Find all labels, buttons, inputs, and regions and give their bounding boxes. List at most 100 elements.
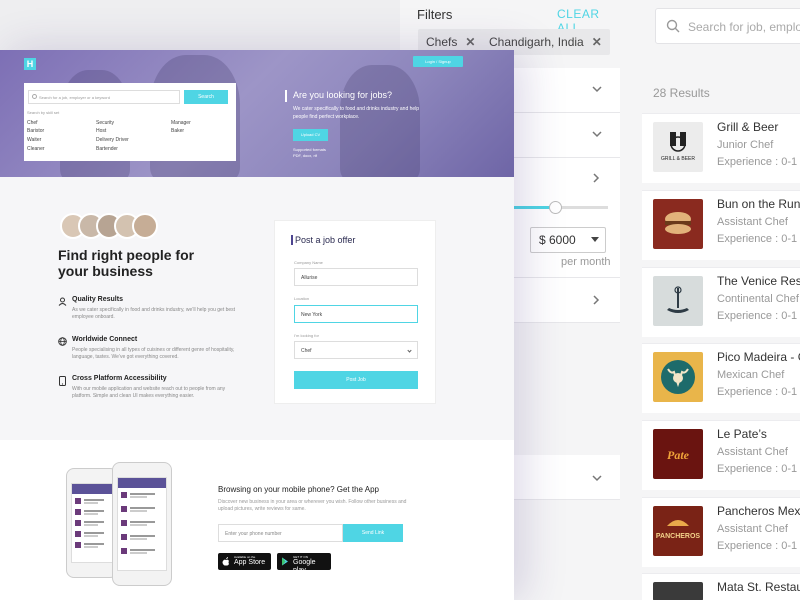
- hero-accent-bar: [285, 90, 287, 102]
- phone-number-input[interactable]: Enter your phone number: [218, 524, 343, 542]
- job-role: Assistant Chef: [717, 523, 788, 535]
- restaurant-name[interactable]: Le Pate’s: [717, 427, 767, 441]
- feature-title: Quality Results: [72, 296, 123, 303]
- result-card[interactable]: Mata St. Restaur: [642, 573, 800, 600]
- remove-chip-icon[interactable]: ✕: [465, 35, 475, 49]
- restaurant-logo: Pate: [653, 429, 703, 479]
- skill-link[interactable]: Security: [96, 120, 114, 126]
- app-store-badge[interactable]: Available on the App Store: [218, 553, 271, 570]
- results-search-input[interactable]: [688, 17, 800, 37]
- feature-desc: As we cater specifically in food and dri…: [72, 307, 236, 320]
- restaurant-name[interactable]: Grill & Beer: [717, 120, 778, 134]
- restaurant-logo: [653, 199, 703, 249]
- get-app-section: Browsing on your mobile phone? Get the A…: [0, 440, 514, 600]
- landing-page: H Login / Signup Search for a job, emplo…: [0, 50, 514, 600]
- avatar: [132, 213, 158, 239]
- restaurant-name[interactable]: Mata St. Restaur: [717, 580, 800, 594]
- app-row: [121, 548, 163, 555]
- app-row: [75, 531, 109, 538]
- chip-label: Chefs: [426, 35, 458, 49]
- hero-title: Are you looking for jobs?: [293, 90, 393, 100]
- salary-value: $ 6000: [539, 233, 576, 247]
- login-signup-button[interactable]: Login / Signup: [413, 56, 463, 67]
- app-description: Discover new business in your area or wh…: [218, 499, 407, 512]
- remove-chip-icon[interactable]: ✕: [592, 35, 602, 49]
- phone-mockup: [66, 468, 118, 578]
- result-card[interactable]: GRILL & BEER Grill & Beer Junior Chef Ex…: [642, 113, 800, 183]
- skill-link[interactable]: Baristor: [27, 128, 44, 134]
- skill-link[interactable]: Host: [96, 128, 106, 134]
- appstore-big-text: App Store: [234, 559, 266, 566]
- salary-select[interactable]: $ 6000: [530, 227, 606, 253]
- brand-logo[interactable]: H: [24, 58, 36, 70]
- skill-link[interactable]: Baker: [171, 128, 184, 134]
- job-role: Mexican Chef: [717, 369, 785, 381]
- job-experience: Experience : 0-1 yea: [717, 310, 800, 322]
- job-experience: Experience : 0-1 yea: [717, 156, 800, 168]
- job-role: Junior Chef: [717, 139, 774, 151]
- app-row: [121, 492, 163, 499]
- post-job-button[interactable]: Post Job: [294, 371, 418, 389]
- job-experience: Experience : 0-1 yea: [717, 233, 800, 245]
- google-play-badge[interactable]: GET IT ON Google play: [277, 553, 331, 574]
- company-name-field[interactable]: Allurise: [294, 268, 418, 286]
- features-section: Find right people for your business Qual…: [0, 177, 514, 440]
- result-card[interactable]: The Venice Resta Continental Chef Experi…: [642, 267, 800, 337]
- upload-cv-button[interactable]: Upload CV: [293, 129, 328, 141]
- supported-label: Supported formats: [293, 147, 326, 152]
- restaurant-name[interactable]: The Venice Resta: [717, 274, 800, 288]
- skill-link[interactable]: Bartender: [96, 146, 118, 152]
- company-label: Company Name: [294, 260, 323, 265]
- skill-link[interactable]: Waiter: [27, 137, 41, 143]
- chevron-down-icon[interactable]: [592, 85, 602, 93]
- phone-screen: [117, 477, 167, 571]
- looking-for-label: I’m looking for: [294, 333, 319, 338]
- chevron-down-icon[interactable]: [592, 130, 602, 138]
- result-card[interactable]: PANCHEROS Pancheros Mexic Assistant Chef…: [642, 497, 800, 567]
- job-search-input[interactable]: Search for a job, employer or a keyword: [28, 90, 180, 104]
- skill-link[interactable]: Manager: [171, 120, 191, 126]
- mobile-icon: [59, 376, 66, 386]
- skill-link[interactable]: Cleaner: [27, 146, 45, 152]
- send-link-button[interactable]: Send Link: [343, 524, 403, 542]
- post-job-form: Post a job offer Company Name Allurise L…: [274, 220, 436, 404]
- chevron-right-icon[interactable]: [592, 295, 600, 305]
- restaurant-logo: [653, 276, 703, 326]
- form-title: Post a job offer: [295, 235, 356, 245]
- restaurant-name[interactable]: Pancheros Mexic: [717, 504, 800, 518]
- per-month-label: per month: [561, 256, 611, 268]
- app-row: [75, 520, 109, 527]
- filters-title: Filters: [417, 7, 453, 22]
- app-header: [118, 478, 166, 488]
- job-role: Continental Chef: [717, 293, 799, 305]
- skill-link[interactable]: Chef: [27, 120, 38, 126]
- skill-link[interactable]: Delivery Driver: [96, 137, 129, 143]
- result-card[interactable]: Bun on the Run Assistant Chef Experience…: [642, 190, 800, 260]
- feature-desc: With our mobile application and website …: [72, 386, 226, 399]
- svg-text:GRILL & BEER: GRILL & BEER: [661, 156, 695, 162]
- looking-for-select[interactable]: Chef: [294, 341, 418, 359]
- location-field[interactable]: New York: [294, 305, 418, 323]
- search-placeholder: Search for a job, employer or a keyword: [39, 95, 110, 100]
- job-role: Assistant Chef: [717, 446, 788, 458]
- caret-down-icon: [591, 237, 599, 242]
- gplay-big-text: Google play: [293, 559, 316, 574]
- hero-description: We cater specifically to food and drinks…: [293, 106, 420, 120]
- chevron-down-icon[interactable]: [592, 474, 602, 482]
- search-button[interactable]: Search: [184, 90, 228, 104]
- chevron-right-icon[interactable]: [592, 173, 600, 183]
- app-row: [121, 506, 163, 513]
- result-card[interactable]: Pate Le Pate’s Assistant Chef Experience…: [642, 420, 800, 490]
- results-count: 28 Results: [653, 86, 710, 100]
- restaurant-name[interactable]: Bun on the Run: [717, 197, 800, 211]
- app-row: [75, 542, 109, 549]
- svg-text:Pate: Pate: [667, 448, 690, 462]
- result-card[interactable]: Pico Madeira - G Mexican Chef Experience…: [642, 343, 800, 413]
- app-row: [75, 498, 109, 505]
- restaurant-name[interactable]: Pico Madeira - G: [717, 350, 800, 364]
- results-search-box[interactable]: [655, 8, 800, 44]
- app-row: [75, 509, 109, 516]
- salary-slider[interactable]: [512, 201, 608, 214]
- job-experience: Experience : 0-1 yea: [717, 463, 800, 475]
- feature-title: Cross Platform Accessibility: [72, 375, 167, 382]
